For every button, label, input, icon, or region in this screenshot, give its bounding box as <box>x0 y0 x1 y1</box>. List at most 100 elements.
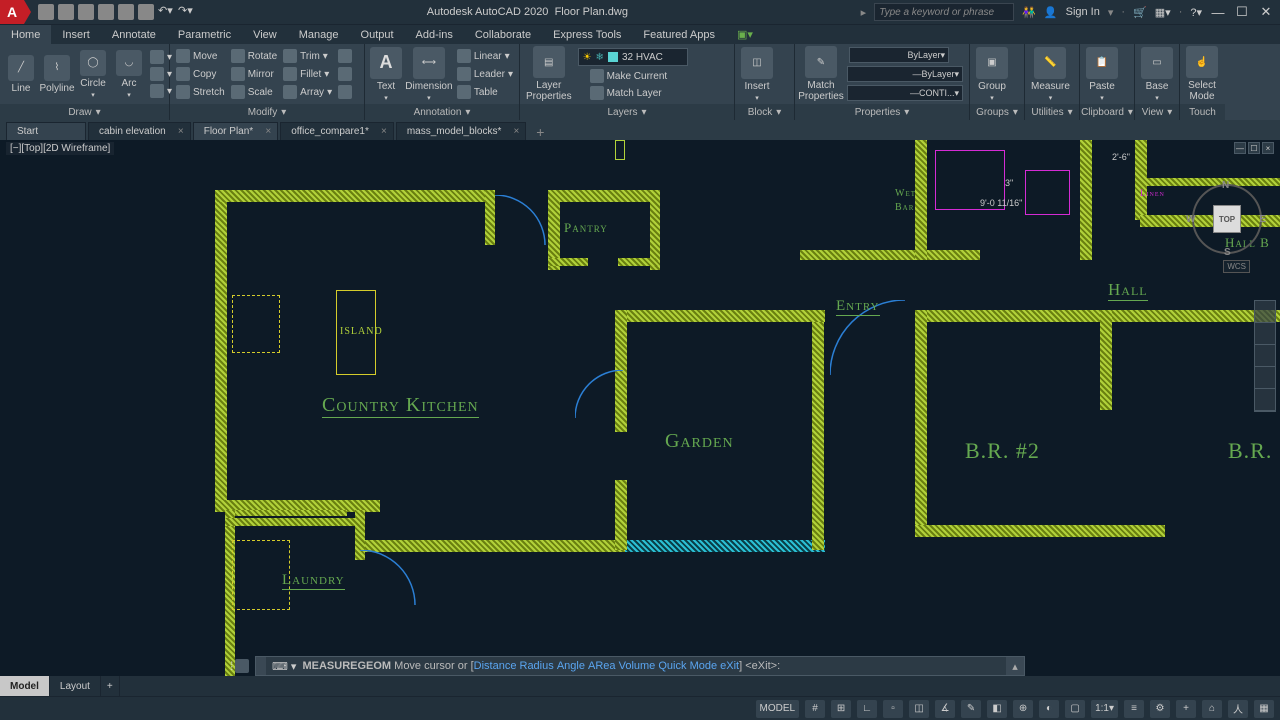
save-icon[interactable] <box>78 4 94 20</box>
leader-button[interactable]: Leader ▾ <box>457 67 513 81</box>
tab-parametric[interactable]: Parametric <box>167 25 242 44</box>
mod-extra-3[interactable] <box>338 85 352 99</box>
search-trigger-icon[interactable]: ▸ <box>861 6 867 19</box>
tab-addins[interactable]: Add-ins <box>405 25 464 44</box>
tab-featuredapps[interactable]: Featured Apps <box>632 25 726 44</box>
draw-more-1[interactable]: ▾ <box>150 50 172 64</box>
stretch-button[interactable]: Stretch <box>176 85 225 99</box>
rotate-button[interactable]: Rotate <box>231 49 277 63</box>
tab-expresstools[interactable]: Express Tools <box>542 25 632 44</box>
layouttab-layout[interactable]: Layout <box>50 676 101 696</box>
status-cycle-icon[interactable]: ◐ <box>1039 700 1059 718</box>
draw-more-3[interactable]: ▾ <box>150 84 172 98</box>
command-line[interactable]: ⌨ ▾ MEASUREGEOM Move cursor or [Distance… <box>255 656 1025 676</box>
panel-draw-title[interactable]: Draw ▾ <box>0 104 169 120</box>
tab-view[interactable]: View <box>242 25 288 44</box>
infocenter-icon[interactable]: 👫 <box>1022 6 1036 19</box>
panel-annotation-title[interactable]: Annotation ▾ <box>365 104 519 120</box>
panel-clipboard-title[interactable]: Clipboard ▾ <box>1080 104 1134 120</box>
status-qs-icon[interactable]: + <box>1176 700 1196 718</box>
redo-icon[interactable]: ↷▾ <box>178 4 194 20</box>
filetab-cabin[interactable]: cabin elevation× <box>88 122 191 140</box>
vp-min-icon[interactable]: — <box>1234 142 1246 154</box>
nav-pan-icon[interactable] <box>1255 323 1275 345</box>
cmd-grip[interactable] <box>256 657 266 675</box>
close-icon[interactable]: × <box>178 126 184 137</box>
status-otrack-icon[interactable]: ✎ <box>961 700 981 718</box>
cmd-dock-handle[interactable]: ⁞ <box>230 656 249 676</box>
linetype-dropdown[interactable]: — CONTI... ▾ <box>847 85 963 101</box>
close-icon[interactable]: × <box>265 126 271 137</box>
trim-button[interactable]: Trim ▾ <box>283 49 332 63</box>
status-ui-icon[interactable]: ⌂ <box>1202 700 1222 718</box>
dimension-button[interactable]: ⟷Dimension▾ <box>407 47 451 102</box>
app-menu-icon[interactable]: ▦▾ <box>1155 6 1171 19</box>
vp-close-icon[interactable]: × <box>1262 142 1274 154</box>
filetab-start[interactable]: Start <box>6 122 86 140</box>
nav-showmotion-icon[interactable] <box>1255 389 1275 411</box>
status-cust-icon[interactable]: ▦ <box>1254 700 1274 718</box>
app-logo[interactable]: A <box>0 0 24 24</box>
open-icon[interactable] <box>58 4 74 20</box>
filetab-floorplan[interactable]: Floor Plan*× <box>193 122 278 140</box>
tab-insert[interactable]: Insert <box>51 25 101 44</box>
close-icon[interactable]: × <box>514 126 520 137</box>
array-button[interactable]: Array ▾ <box>283 85 332 99</box>
panel-properties-title[interactable]: Properties ▾ <box>795 104 969 120</box>
layouttab-model[interactable]: Model <box>0 676 50 696</box>
fillet-button[interactable]: Fillet ▾ <box>283 67 332 81</box>
close-button[interactable]: ✕ <box>1258 4 1274 20</box>
cmd-close-icon[interactable] <box>235 659 249 673</box>
status-anno-icon[interactable]: ≡ <box>1124 700 1144 718</box>
vp-max-icon[interactable]: ☐ <box>1248 142 1260 154</box>
saveweb-icon[interactable] <box>118 4 134 20</box>
layer-dropdown[interactable]: ☀❄32 HVAC <box>578 48 688 66</box>
mod-extra-1[interactable] <box>338 49 352 63</box>
tab-annotate[interactable]: Annotate <box>101 25 167 44</box>
viewcube-n[interactable]: N <box>1222 180 1229 191</box>
panel-utilities-title[interactable]: Utilities ▾ <box>1025 104 1079 120</box>
viewport-label[interactable]: [−][Top][2D Wireframe] <box>6 142 114 155</box>
group-button[interactable]: ▣Group▾ <box>976 47 1008 102</box>
status-dyn-icon[interactable]: ▢ <box>1065 700 1085 718</box>
help-icon[interactable]: ?▾ <box>1190 6 1202 19</box>
linear-button[interactable]: Linear ▾ <box>457 49 513 63</box>
panel-modify-title[interactable]: Modify ▾ <box>170 104 364 120</box>
move-button[interactable]: Move <box>176 49 225 63</box>
measure-button[interactable]: 📏Measure▾ <box>1031 47 1070 102</box>
viewcube-e[interactable]: E <box>1259 214 1266 225</box>
status-trans-icon[interactable]: ⊕ <box>1013 700 1033 718</box>
cmd-expand-button[interactable]: ▴ <box>1006 657 1024 675</box>
nav-orbit-icon[interactable] <box>1255 367 1275 389</box>
status-hw-icon[interactable]: 人 <box>1228 700 1248 718</box>
tab-output[interactable]: Output <box>350 25 405 44</box>
status-grid-icon[interactable]: # <box>805 700 825 718</box>
status-osnap-icon[interactable]: ∡ <box>935 700 955 718</box>
maximize-button[interactable]: ☐ <box>1234 4 1250 20</box>
tab-focus[interactable]: ▣▾ <box>726 25 764 44</box>
viewcube-top[interactable]: TOP <box>1213 205 1241 233</box>
match-properties-button[interactable]: ✎MatchProperties <box>801 46 841 102</box>
filetab-mass[interactable]: mass_model_blocks*× <box>396 122 527 140</box>
viewcube-s[interactable]: S <box>1224 247 1231 258</box>
status-snap-icon[interactable]: ⊞ <box>831 700 851 718</box>
signin-link[interactable]: Sign In <box>1066 6 1100 18</box>
insert-button[interactable]: ◫Insert▾ <box>741 47 773 102</box>
paste-button[interactable]: 📋Paste▾ <box>1086 47 1118 102</box>
status-iso-icon[interactable]: ◫ <box>909 700 929 718</box>
line-button[interactable]: ╱Line <box>6 55 36 94</box>
tab-manage[interactable]: Manage <box>288 25 350 44</box>
panel-layers-title[interactable]: Layers ▾ <box>520 104 734 120</box>
drawing-canvas[interactable]: [−][Top][2D Wireframe] — ☐ × Pantry ISLA… <box>0 140 1280 676</box>
select-mode-button[interactable]: ☝SelectMode <box>1186 46 1218 102</box>
user-icon[interactable]: 👤 <box>1044 6 1058 19</box>
minimize-button[interactable]: — <box>1210 4 1226 20</box>
search-input[interactable]: Type a keyword or phrase <box>874 3 1014 21</box>
undo-icon[interactable]: ↶▾ <box>158 4 174 20</box>
match-layer-button[interactable]: Match Layer <box>590 86 662 100</box>
close-icon[interactable]: × <box>381 126 387 137</box>
tab-collaborate[interactable]: Collaborate <box>464 25 542 44</box>
text-button[interactable]: AText▾ <box>371 47 401 102</box>
viewcube[interactable]: TOP N S E W <box>1192 184 1262 254</box>
scale-button[interactable]: Scale <box>231 85 277 99</box>
